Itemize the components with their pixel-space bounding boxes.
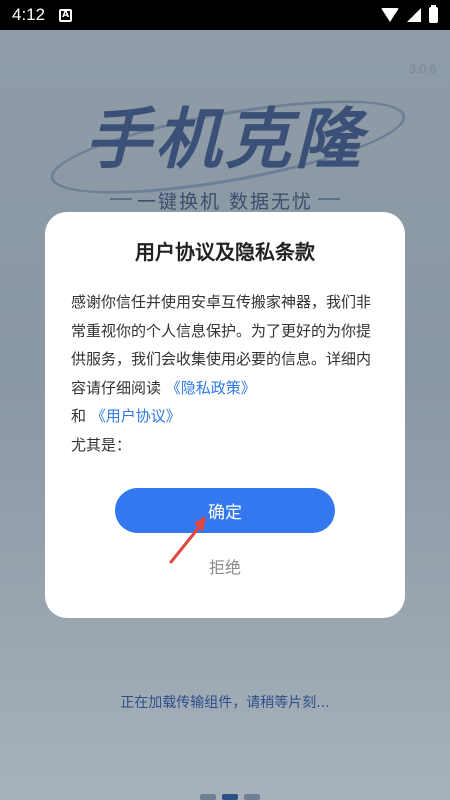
signal-icon [407,8,421,22]
status-bar: 4:12 A [0,0,450,30]
page-dot [200,794,216,800]
page-dot [244,794,260,800]
confirm-button[interactable]: 确定 [115,488,335,533]
wifi-icon [381,8,399,22]
privacy-policy-link[interactable]: 《隐私政策》 [166,379,256,397]
a-notification-icon: A [59,8,73,22]
page-indicator [200,794,260,800]
dialog-body: 感谢你信任并使用安卓互传搬家神器，我们非常重视你的个人信息保护。为了更好的为你提… [71,288,383,459]
slogan: 一键换机 数据无忧 [136,191,314,213]
battery-icon [429,5,438,23]
page-dot-active [222,794,238,800]
annotation-arrow-icon [169,516,206,564]
especially-text: 尤其是： [71,435,132,454]
dialog-title: 用户协议及隐私条款 [135,240,315,264]
and-text: 和 [71,407,91,425]
status-time: 4:12 [12,5,46,24]
user-agreement-link[interactable]: 《用户协议》 [91,407,181,425]
status-icons [381,5,438,23]
loading-text: 正在加载传输组件，请稍等片刻... [120,695,330,711]
privacy-dialog: 用户协议及隐私条款 感谢你信任并使用安卓互传搬家神器，我们非常重视你的个人信息保… [45,212,405,618]
brand-logo-text: 手机克隆 [85,101,365,178]
version-text: 3.0.6 [409,62,436,76]
